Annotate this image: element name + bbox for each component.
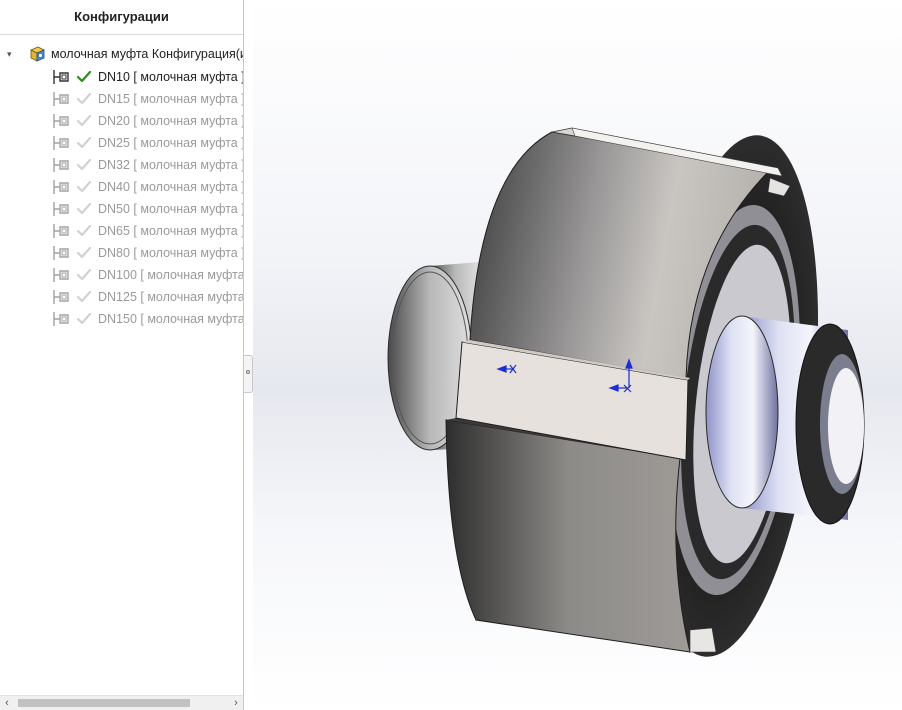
checkmark-icon [76, 312, 92, 325]
configuration-item[interactable]: DN65 [ молочная муфта ] [0, 220, 243, 242]
configuration-item[interactable]: DN80 [ молочная муфта ] [0, 242, 243, 264]
scrollbar-thumb[interactable] [18, 699, 190, 707]
checkmark-icon [76, 114, 92, 127]
configuration-icon [53, 114, 69, 128]
configuration-label: DN10 [ молочная муфта ] [98, 70, 243, 84]
scroll-right-arrow-icon[interactable]: › [231, 696, 241, 710]
configuration-icon [53, 202, 69, 216]
configuration-icon [53, 290, 69, 304]
checkmark-icon [76, 202, 92, 215]
checkmark-icon [76, 290, 92, 303]
configuration-tree: ▾ молочная муфта Конфигурация(и) DN10 [ … [0, 42, 243, 330]
splitter-grip-icon[interactable] [244, 355, 253, 393]
configuration-icon [53, 136, 69, 150]
configuration-label: DN32 [ молочная муфта ] [98, 158, 243, 172]
checkmark-icon [76, 180, 92, 193]
checkmark-icon [76, 246, 92, 259]
checkmark-icon [76, 92, 92, 105]
configuration-manager-panel: Конфигурации ▾ молочная муфта Конфигурац… [0, 0, 244, 710]
tree-root-label: молочная муфта Конфигурация(и) [51, 47, 243, 61]
configuration-item[interactable]: DN40 [ молочная муфта ] [0, 176, 243, 198]
coupling-3d-model [387, 127, 865, 657]
checkmark-icon [76, 268, 92, 281]
configuration-item[interactable]: DN150 [ молочная муфта ] [0, 308, 243, 330]
configuration-label: DN50 [ молочная муфта ] [98, 202, 243, 216]
configuration-icon [53, 180, 69, 194]
configuration-icon [53, 158, 69, 172]
panel-splitter[interactable] [243, 0, 253, 710]
configuration-label: DN40 [ молочная муфта ] [98, 180, 243, 194]
checkmark-icon [76, 136, 92, 149]
configuration-item[interactable]: DN20 [ молочная муфта ] [0, 110, 243, 132]
configuration-label: DN20 [ молочная муфта ] [98, 114, 243, 128]
checkmark-icon [76, 158, 92, 171]
configuration-label: DN150 [ молочная муфта ] [98, 312, 243, 326]
scroll-left-arrow-icon[interactable]: ‹ [2, 696, 12, 710]
configuration-icon [53, 70, 69, 84]
graphics-viewport[interactable] [253, 0, 902, 710]
configuration-label: DN125 [ молочная муфта ] [98, 290, 243, 304]
configuration-item[interactable]: DN32 [ молочная муфта ] [0, 154, 243, 176]
configuration-item[interactable]: DN125 [ молочная муфта ] [0, 286, 243, 308]
horizontal-scrollbar[interactable]: ‹ › [0, 695, 243, 710]
tree-root-item[interactable]: ▾ молочная муфта Конфигурация(и) [0, 42, 243, 66]
expand-collapse-icon[interactable]: ▾ [7, 42, 17, 66]
configuration-item[interactable]: DN15 [ молочная муфта ] [0, 88, 243, 110]
configuration-icon [53, 312, 69, 326]
configuration-label: DN15 [ молочная муфта ] [98, 92, 243, 106]
configuration-label: DN25 [ молочная муфта ] [98, 136, 243, 150]
configuration-item[interactable]: DN25 [ молочная муфта ] [0, 132, 243, 154]
checkmark-icon [76, 224, 92, 237]
configuration-item[interactable]: DN100 [ молочная муфта ] [0, 264, 243, 286]
configuration-icon [53, 92, 69, 106]
part-icon [30, 46, 45, 62]
panel-title: Конфигурации [0, 0, 243, 35]
configuration-item[interactable]: DN50 [ молочная муфта ] [0, 198, 243, 220]
configuration-item[interactable]: DN10 [ молочная муфта ] [0, 66, 243, 88]
configuration-icon [53, 246, 69, 260]
configuration-label: DN80 [ молочная муфта ] [98, 246, 243, 260]
configuration-label: DN100 [ молочная муфта ] [98, 268, 243, 282]
checkmark-icon [76, 70, 92, 83]
configuration-label: DN65 [ молочная муфта ] [98, 224, 243, 238]
configuration-icon [53, 268, 69, 282]
configuration-icon [53, 224, 69, 238]
